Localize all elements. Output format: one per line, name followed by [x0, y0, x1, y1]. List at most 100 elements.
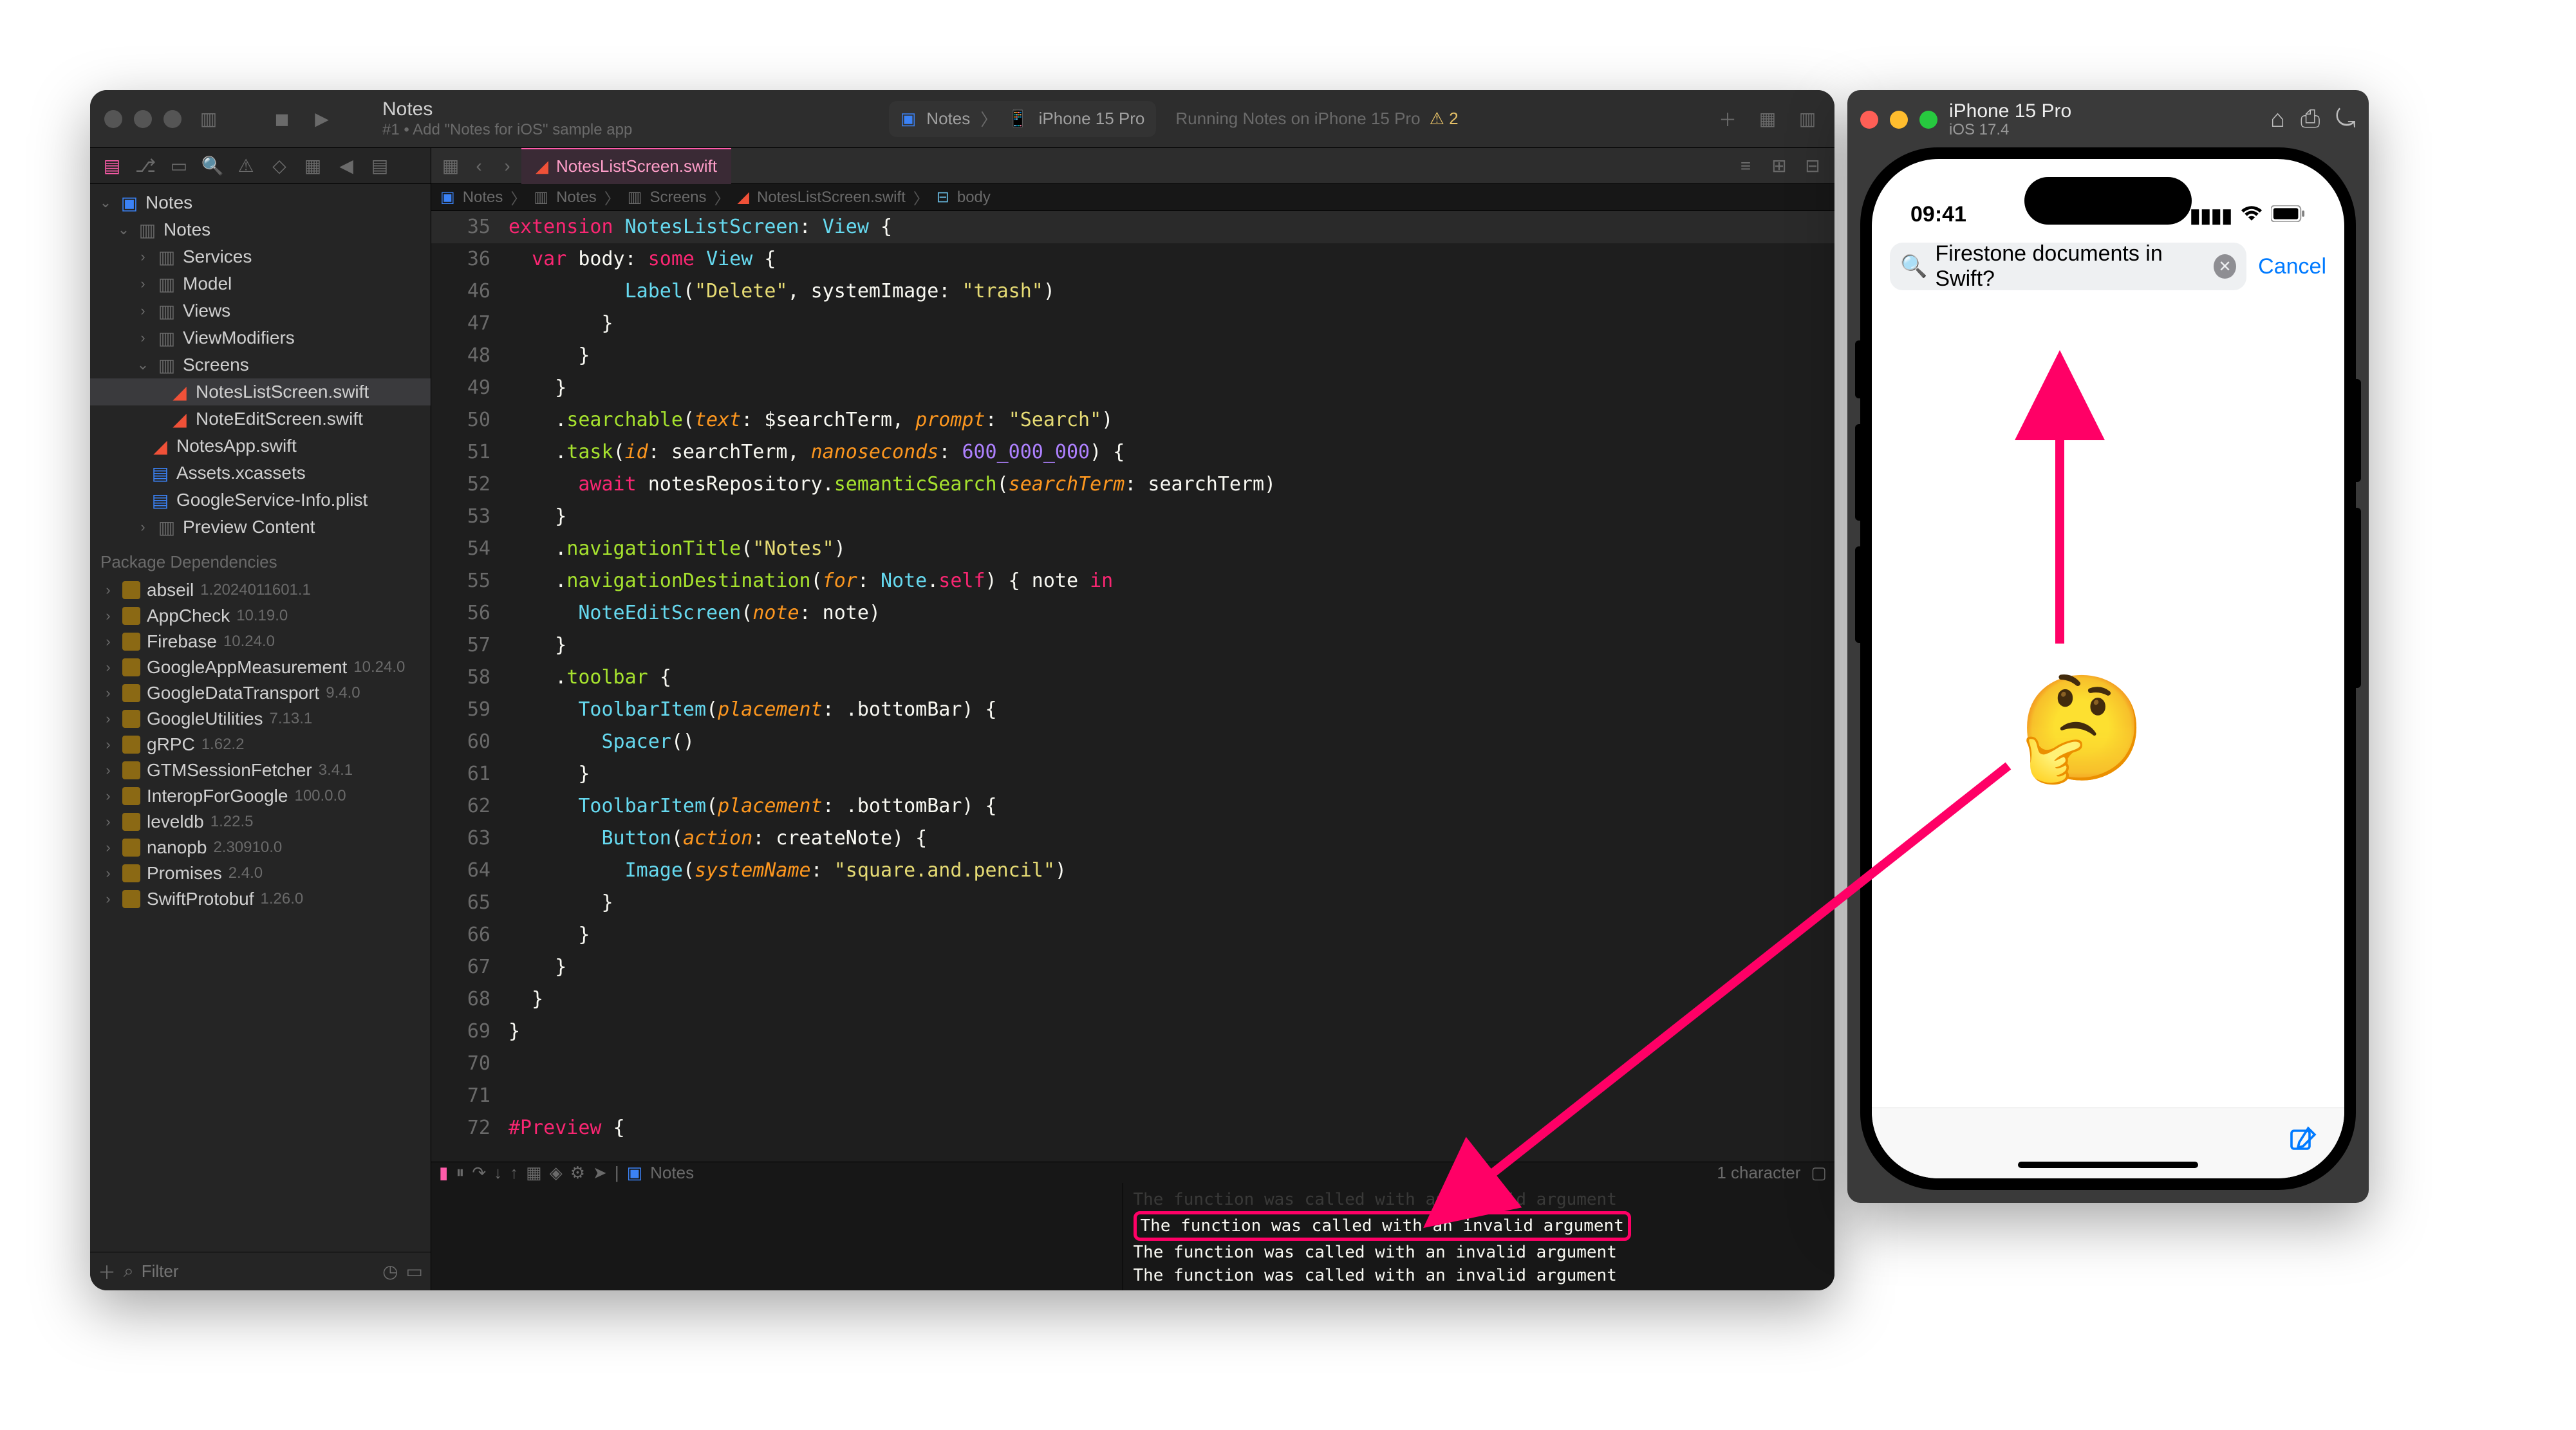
- file-tree[interactable]: ⌄▣Notes ⌄▥Notes ›▥Services ›▥Model ›▥Vie…: [90, 184, 431, 1252]
- report-navigator-icon[interactable]: ▤: [366, 152, 394, 180]
- code-line[interactable]: 70: [431, 1048, 1834, 1080]
- code-line[interactable]: 67 }: [431, 951, 1834, 983]
- package-dep[interactable]: ›Firebase 10.24.0: [90, 629, 431, 655]
- source-editor[interactable]: 35extension NotesListScreen: View {36 va…: [431, 211, 1834, 1162]
- test-navigator-icon[interactable]: ◇: [265, 152, 294, 180]
- toggle-console-icon[interactable]: ▢: [1811, 1163, 1827, 1183]
- zoom-dot[interactable]: [163, 110, 182, 128]
- variables-view[interactable]: [431, 1183, 1123, 1290]
- source-control-navigator-icon[interactable]: ⎇: [131, 152, 160, 180]
- code-line[interactable]: 59 ToolbarItem(placement: .bottomBar) {: [431, 694, 1834, 726]
- tree-folder[interactable]: ⌄▥Notes: [90, 216, 431, 243]
- package-dep[interactable]: ›gRPC 1.62.2: [90, 732, 431, 757]
- location-icon[interactable]: ➤: [593, 1163, 607, 1183]
- package-dep[interactable]: ›Promises 2.4.0: [90, 860, 431, 886]
- code-line[interactable]: 68 }: [431, 983, 1834, 1016]
- add-editor-icon[interactable]: ⊟: [1798, 152, 1827, 180]
- tree-folder[interactable]: ›▥Model: [90, 270, 431, 297]
- window-controls[interactable]: [1860, 111, 1937, 129]
- tree-folder[interactable]: ›▥ViewModifiers: [90, 324, 431, 351]
- tree-file[interactable]: ▤Assets.xcassets: [90, 460, 431, 487]
- code-line[interactable]: 55 .navigationDestination(for: Note.self…: [431, 565, 1834, 597]
- minimize-dot[interactable]: [134, 110, 152, 128]
- step-out-icon[interactable]: ↑: [510, 1163, 518, 1183]
- tree-file[interactable]: ◢NotesApp.swift: [90, 432, 431, 460]
- stop-button[interactable]: ◼: [269, 106, 295, 132]
- code-line[interactable]: 63 Button(action: createNote) {: [431, 822, 1834, 855]
- minimize-dot[interactable]: [1890, 111, 1908, 129]
- search-field[interactable]: 🔍 Firestone documents in Swift? ✕: [1890, 243, 2246, 290]
- env-overrides-icon[interactable]: ⚙: [570, 1163, 585, 1183]
- step-into-icon[interactable]: ↓: [494, 1163, 502, 1183]
- clear-icon[interactable]: ✕: [2214, 254, 2236, 279]
- tree-folder[interactable]: ›▥Services: [90, 243, 431, 270]
- cancel-button[interactable]: Cancel: [2258, 254, 2326, 279]
- package-dep[interactable]: ›InteropForGoogle 100.0.0: [90, 783, 431, 809]
- zoom-dot[interactable]: [1919, 111, 1937, 129]
- package-dep[interactable]: ›abseil 1.2024011601.1: [90, 577, 431, 603]
- screenshot-icon[interactable]: ⎙: [2301, 106, 2320, 133]
- tree-folder[interactable]: ›▥Preview Content: [90, 514, 431, 541]
- add-button[interactable]: ＋: [1715, 106, 1741, 132]
- home-icon[interactable]: ⌂: [2270, 106, 2285, 133]
- scm-filter-icon[interactable]: ▭: [406, 1261, 423, 1282]
- home-indicator[interactable]: [2018, 1162, 2198, 1168]
- pause-icon[interactable]: ⏸: [456, 1162, 464, 1183]
- code-line[interactable]: 57 }: [431, 629, 1834, 662]
- memory-graph-icon[interactable]: ◈: [550, 1163, 563, 1183]
- tree-folder[interactable]: ⌄▥Screens: [90, 351, 431, 378]
- inspector-toggle-icon[interactable]: ▥: [1795, 106, 1820, 132]
- package-dep[interactable]: ›leveldb 1.22.5: [90, 809, 431, 835]
- issue-navigator-icon[interactable]: ⚠: [232, 152, 260, 180]
- breakpoint-navigator-icon[interactable]: ◀: [332, 152, 360, 180]
- code-line[interactable]: 58 .toolbar {: [431, 662, 1834, 694]
- back-icon[interactable]: ‹: [465, 152, 493, 180]
- console-output[interactable]: The function was called with an invalid …: [1123, 1183, 1835, 1290]
- jump-bar[interactable]: ▣Notes〉 ▥Notes〉 ▥Screens〉 ◢NotesListScre…: [431, 184, 1834, 211]
- compose-icon[interactable]: [2288, 1124, 2319, 1163]
- package-dep[interactable]: ›GoogleUtilities 7.13.1: [90, 706, 431, 732]
- breakpoint-toggle-icon[interactable]: ▮: [439, 1163, 448, 1183]
- close-dot[interactable]: [1860, 111, 1878, 129]
- package-dep[interactable]: ›GoogleDataTransport 9.4.0: [90, 680, 431, 706]
- code-line[interactable]: 65 }: [431, 887, 1834, 919]
- code-line[interactable]: 62 ToolbarItem(placement: .bottomBar) {: [431, 790, 1834, 822]
- code-line[interactable]: 71: [431, 1080, 1834, 1112]
- project-navigator-icon[interactable]: ▤: [98, 152, 126, 180]
- code-line[interactable]: 46 Label("Delete", systemImage: "trash"): [431, 275, 1834, 308]
- code-line[interactable]: 72#Preview {: [431, 1112, 1834, 1144]
- scheme-selector[interactable]: ▣ Notes 〉 📱 iPhone 15 Pro: [889, 101, 1157, 137]
- adjust-editor-icon[interactable]: ⊞: [1765, 152, 1793, 180]
- code-line[interactable]: 36 var body: some View {: [431, 243, 1834, 275]
- code-line[interactable]: 48 }: [431, 340, 1834, 372]
- code-line[interactable]: 61 }: [431, 758, 1834, 790]
- bookmark-navigator-icon[interactable]: ▭: [165, 152, 193, 180]
- tree-file[interactable]: ◢NoteEditScreen.swift: [90, 405, 431, 432]
- close-dot[interactable]: [104, 110, 122, 128]
- package-dep[interactable]: ›GoogleAppMeasurement 10.24.0: [90, 655, 431, 680]
- debug-view-icon[interactable]: ▦: [526, 1163, 542, 1183]
- window-controls[interactable]: [104, 110, 182, 128]
- tree-file-selected[interactable]: ◢NotesListScreen.swift: [90, 378, 431, 405]
- code-line[interactable]: 51 .task(id: searchTerm, nanoseconds: 60…: [431, 436, 1834, 469]
- code-line[interactable]: 64 Image(systemName: "square.and.pencil"…: [431, 855, 1834, 887]
- code-line[interactable]: 52 await notesRepository.semanticSearch(…: [431, 469, 1834, 501]
- package-dep[interactable]: ›nanopb 2.30910.0: [90, 835, 431, 860]
- sidebar-toggle-icon[interactable]: ▥: [196, 106, 221, 132]
- code-line[interactable]: 66 }: [431, 919, 1834, 951]
- tree-folder[interactable]: ›▥Views: [90, 297, 431, 324]
- code-line[interactable]: 69}: [431, 1016, 1834, 1048]
- tree-root[interactable]: ⌄▣Notes: [90, 189, 431, 216]
- library-button[interactable]: ▦: [1755, 106, 1780, 132]
- code-line[interactable]: 53 }: [431, 501, 1834, 533]
- package-dep[interactable]: ›AppCheck 10.19.0: [90, 603, 431, 629]
- code-line[interactable]: 54 .navigationTitle("Notes"): [431, 533, 1834, 565]
- navigator-filter-input[interactable]: [142, 1261, 375, 1281]
- package-dep[interactable]: ›GTMSessionFetcher 3.4.1: [90, 757, 431, 783]
- editor-tab[interactable]: ◢NotesListScreen.swift: [521, 148, 731, 184]
- forward-icon[interactable]: ›: [493, 152, 521, 180]
- rotate-icon[interactable]: ⤿: [2335, 106, 2356, 133]
- tree-file[interactable]: ▤GoogleService-Info.plist: [90, 487, 431, 514]
- related-items-icon[interactable]: ▦: [436, 152, 465, 180]
- recent-filter-icon[interactable]: ◷: [382, 1261, 398, 1282]
